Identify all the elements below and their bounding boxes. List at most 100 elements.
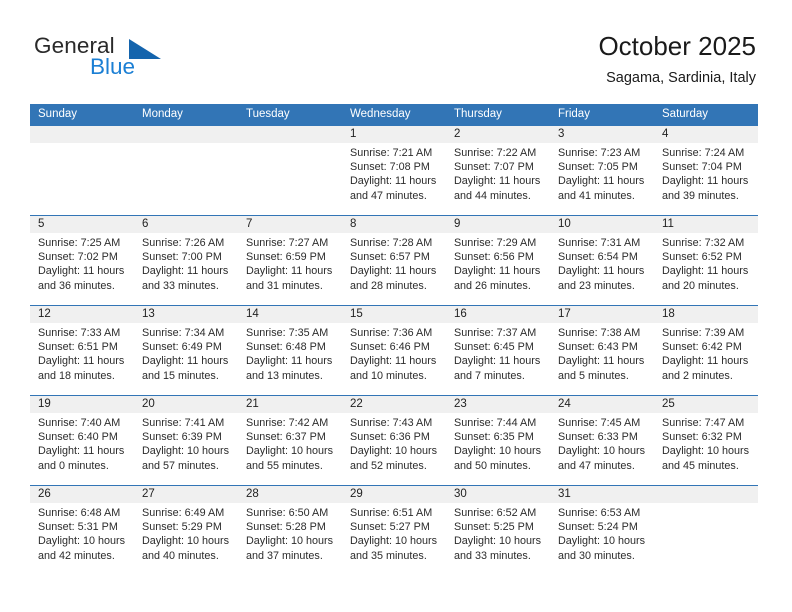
sunset-text: Sunset: 6:45 PM	[454, 341, 534, 354]
daylight-text-line2: and 44 minutes.	[454, 189, 531, 202]
calendar-week-row: 12 Sunrise: 7:33 AM Sunset: 6:51 PM Dayl…	[30, 305, 758, 396]
calendar-day-cell[interactable]: 5 Sunrise: 7:25 AM Sunset: 7:02 PM Dayli…	[30, 215, 134, 306]
calendar-day-cell[interactable]: 7 Sunrise: 7:27 AM Sunset: 6:59 PM Dayli…	[238, 215, 342, 306]
day-details: Sunrise: 7:43 AM Sunset: 6:36 PM Dayligh…	[342, 413, 446, 473]
calendar-day-cell[interactable]: 18 Sunrise: 7:39 AM Sunset: 6:42 PM Dayl…	[654, 305, 758, 396]
calendar-body: 1 Sunrise: 7:21 AM Sunset: 7:08 PM Dayli…	[30, 126, 758, 575]
calendar-day-cell[interactable]: 21 Sunrise: 7:42 AM Sunset: 6:37 PM Dayl…	[238, 395, 342, 486]
calendar-week-row: 5 Sunrise: 7:25 AM Sunset: 7:02 PM Dayli…	[30, 215, 758, 306]
day-number: 29	[342, 486, 446, 503]
calendar-day-cell[interactable]: 14 Sunrise: 7:35 AM Sunset: 6:48 PM Dayl…	[238, 305, 342, 396]
daylight-text-line2: and 5 minutes.	[558, 369, 629, 382]
calendar-day-cell[interactable]: 16 Sunrise: 7:37 AM Sunset: 6:45 PM Dayl…	[446, 305, 550, 396]
day-details	[134, 143, 238, 146]
calendar-day-cell[interactable]: 26 Sunrise: 6:48 AM Sunset: 5:31 PM Dayl…	[30, 485, 134, 575]
weekday-header-saturday: Saturday	[654, 104, 758, 126]
daylight-text-line1: Daylight: 11 hours	[38, 265, 125, 278]
day-details: Sunrise: 7:26 AM Sunset: 7:00 PM Dayligh…	[134, 233, 238, 293]
sunset-text: Sunset: 6:35 PM	[454, 431, 534, 444]
daylight-text-line2: and 35 minutes.	[350, 549, 427, 562]
calendar-day-cell[interactable]: 8 Sunrise: 7:28 AM Sunset: 6:57 PM Dayli…	[342, 215, 446, 306]
day-details: Sunrise: 7:23 AM Sunset: 7:05 PM Dayligh…	[550, 143, 654, 203]
sunrise-text: Sunrise: 7:33 AM	[38, 327, 121, 339]
calendar-day-cell[interactable]: 25 Sunrise: 7:47 AM Sunset: 6:32 PM Dayl…	[654, 395, 758, 486]
daylight-text-line2: and 50 minutes.	[454, 459, 531, 472]
calendar-day-cell[interactable]: 10 Sunrise: 7:31 AM Sunset: 6:54 PM Dayl…	[550, 215, 654, 306]
daylight-text-line2: and 26 minutes.	[454, 279, 531, 292]
calendar-week-row: 19 Sunrise: 7:40 AM Sunset: 6:40 PM Dayl…	[30, 395, 758, 486]
calendar-day-cell[interactable]	[134, 126, 238, 216]
day-details: Sunrise: 7:37 AM Sunset: 6:45 PM Dayligh…	[446, 323, 550, 383]
calendar-day-cell[interactable]: 15 Sunrise: 7:36 AM Sunset: 6:46 PM Dayl…	[342, 305, 446, 396]
calendar-day-cell[interactable]: 17 Sunrise: 7:38 AM Sunset: 6:43 PM Dayl…	[550, 305, 654, 396]
calendar-day-cell[interactable]: 4 Sunrise: 7:24 AM Sunset: 7:04 PM Dayli…	[654, 126, 758, 216]
daylight-text-line2: and 31 minutes.	[246, 279, 323, 292]
sunset-text: Sunset: 6:43 PM	[558, 341, 638, 354]
day-details: Sunrise: 7:38 AM Sunset: 6:43 PM Dayligh…	[550, 323, 654, 383]
sunset-text: Sunset: 7:00 PM	[142, 251, 222, 264]
daylight-text-line1: Daylight: 10 hours	[246, 445, 334, 458]
day-number: 5	[30, 216, 134, 233]
daylight-text-line1: Daylight: 11 hours	[142, 355, 229, 368]
day-details: Sunrise: 6:50 AM Sunset: 5:28 PM Dayligh…	[238, 503, 342, 563]
calendar-day-cell[interactable]	[238, 126, 342, 216]
calendar-day-cell[interactable]: 22 Sunrise: 7:43 AM Sunset: 6:36 PM Dayl…	[342, 395, 446, 486]
calendar-day-cell[interactable]: 19 Sunrise: 7:40 AM Sunset: 6:40 PM Dayl…	[30, 395, 134, 486]
day-details: Sunrise: 7:21 AM Sunset: 7:08 PM Dayligh…	[342, 143, 446, 203]
daylight-text-line1: Daylight: 11 hours	[350, 175, 437, 188]
day-details: Sunrise: 7:25 AM Sunset: 7:02 PM Dayligh…	[30, 233, 134, 293]
general-blue-logo[interactable]: General Blue	[34, 33, 214, 83]
sunrise-text: Sunrise: 6:53 AM	[558, 507, 641, 519]
day-details: Sunrise: 7:44 AM Sunset: 6:35 PM Dayligh…	[446, 413, 550, 473]
calendar-day-cell[interactable]	[30, 126, 134, 216]
daylight-text-line1: Daylight: 11 hours	[662, 355, 749, 368]
calendar-day-cell[interactable]: 9 Sunrise: 7:29 AM Sunset: 6:56 PM Dayli…	[446, 215, 550, 306]
daylight-text-line2: and 7 minutes.	[454, 369, 525, 382]
daylight-text-line1: Daylight: 10 hours	[350, 445, 438, 458]
calendar-page: General Blue October 2025 Sagama, Sardin…	[0, 0, 792, 612]
calendar-day-cell[interactable]: 28 Sunrise: 6:50 AM Sunset: 5:28 PM Dayl…	[238, 485, 342, 575]
calendar-day-cell[interactable]: 31 Sunrise: 6:53 AM Sunset: 5:24 PM Dayl…	[550, 485, 654, 575]
day-details: Sunrise: 6:53 AM Sunset: 5:24 PM Dayligh…	[550, 503, 654, 563]
calendar-day-cell[interactable]: 11 Sunrise: 7:32 AM Sunset: 6:52 PM Dayl…	[654, 215, 758, 306]
sunrise-text: Sunrise: 7:24 AM	[662, 147, 745, 159]
daylight-text-line1: Daylight: 11 hours	[246, 355, 333, 368]
sunrise-text: Sunrise: 7:23 AM	[558, 147, 641, 159]
sunrise-text: Sunrise: 7:41 AM	[142, 417, 225, 429]
calendar-day-cell[interactable]: 13 Sunrise: 7:34 AM Sunset: 6:49 PM Dayl…	[134, 305, 238, 396]
daylight-text-line1: Daylight: 11 hours	[558, 355, 645, 368]
day-number: 14	[238, 306, 342, 323]
calendar-day-cell[interactable]: 24 Sunrise: 7:45 AM Sunset: 6:33 PM Dayl…	[550, 395, 654, 486]
sunrise-text: Sunrise: 7:32 AM	[662, 237, 745, 249]
weekday-header-sunday: Sunday	[30, 104, 134, 126]
day-details: Sunrise: 6:48 AM Sunset: 5:31 PM Dayligh…	[30, 503, 134, 563]
day-details: Sunrise: 7:24 AM Sunset: 7:04 PM Dayligh…	[654, 143, 758, 203]
calendar-day-cell[interactable]: 1 Sunrise: 7:21 AM Sunset: 7:08 PM Dayli…	[342, 126, 446, 216]
sunrise-text: Sunrise: 7:45 AM	[558, 417, 641, 429]
page-subtitle: Sagama, Sardinia, Italy	[606, 70, 756, 86]
sunrise-text: Sunrise: 7:34 AM	[142, 327, 225, 339]
day-number: 10	[550, 216, 654, 233]
calendar-day-cell[interactable]	[654, 485, 758, 575]
day-number	[134, 126, 238, 143]
calendar-day-cell[interactable]: 23 Sunrise: 7:44 AM Sunset: 6:35 PM Dayl…	[446, 395, 550, 486]
calendar-day-cell[interactable]: 12 Sunrise: 7:33 AM Sunset: 6:51 PM Dayl…	[30, 305, 134, 396]
calendar-day-cell[interactable]: 29 Sunrise: 6:51 AM Sunset: 5:27 PM Dayl…	[342, 485, 446, 575]
sunrise-text: Sunrise: 6:50 AM	[246, 507, 329, 519]
calendar-day-cell[interactable]: 2 Sunrise: 7:22 AM Sunset: 7:07 PM Dayli…	[446, 126, 550, 216]
sunrise-text: Sunrise: 7:36 AM	[350, 327, 433, 339]
calendar-day-cell[interactable]: 20 Sunrise: 7:41 AM Sunset: 6:39 PM Dayl…	[134, 395, 238, 486]
day-number: 3	[550, 126, 654, 143]
day-details: Sunrise: 7:42 AM Sunset: 6:37 PM Dayligh…	[238, 413, 342, 473]
sunset-text: Sunset: 7:02 PM	[38, 251, 118, 264]
sunset-text: Sunset: 5:31 PM	[38, 521, 118, 534]
calendar-header-row: Sunday Monday Tuesday Wednesday Thursday…	[30, 104, 758, 126]
sunrise-text: Sunrise: 7:21 AM	[350, 147, 433, 159]
calendar-day-cell[interactable]: 3 Sunrise: 7:23 AM Sunset: 7:05 PM Dayli…	[550, 126, 654, 216]
sunrise-text: Sunrise: 7:42 AM	[246, 417, 329, 429]
sunrise-text: Sunrise: 7:37 AM	[454, 327, 537, 339]
calendar-day-cell[interactable]: 6 Sunrise: 7:26 AM Sunset: 7:00 PM Dayli…	[134, 215, 238, 306]
calendar-day-cell[interactable]: 30 Sunrise: 6:52 AM Sunset: 5:25 PM Dayl…	[446, 485, 550, 575]
sunrise-text: Sunrise: 7:31 AM	[558, 237, 641, 249]
calendar-day-cell[interactable]: 27 Sunrise: 6:49 AM Sunset: 5:29 PM Dayl…	[134, 485, 238, 575]
